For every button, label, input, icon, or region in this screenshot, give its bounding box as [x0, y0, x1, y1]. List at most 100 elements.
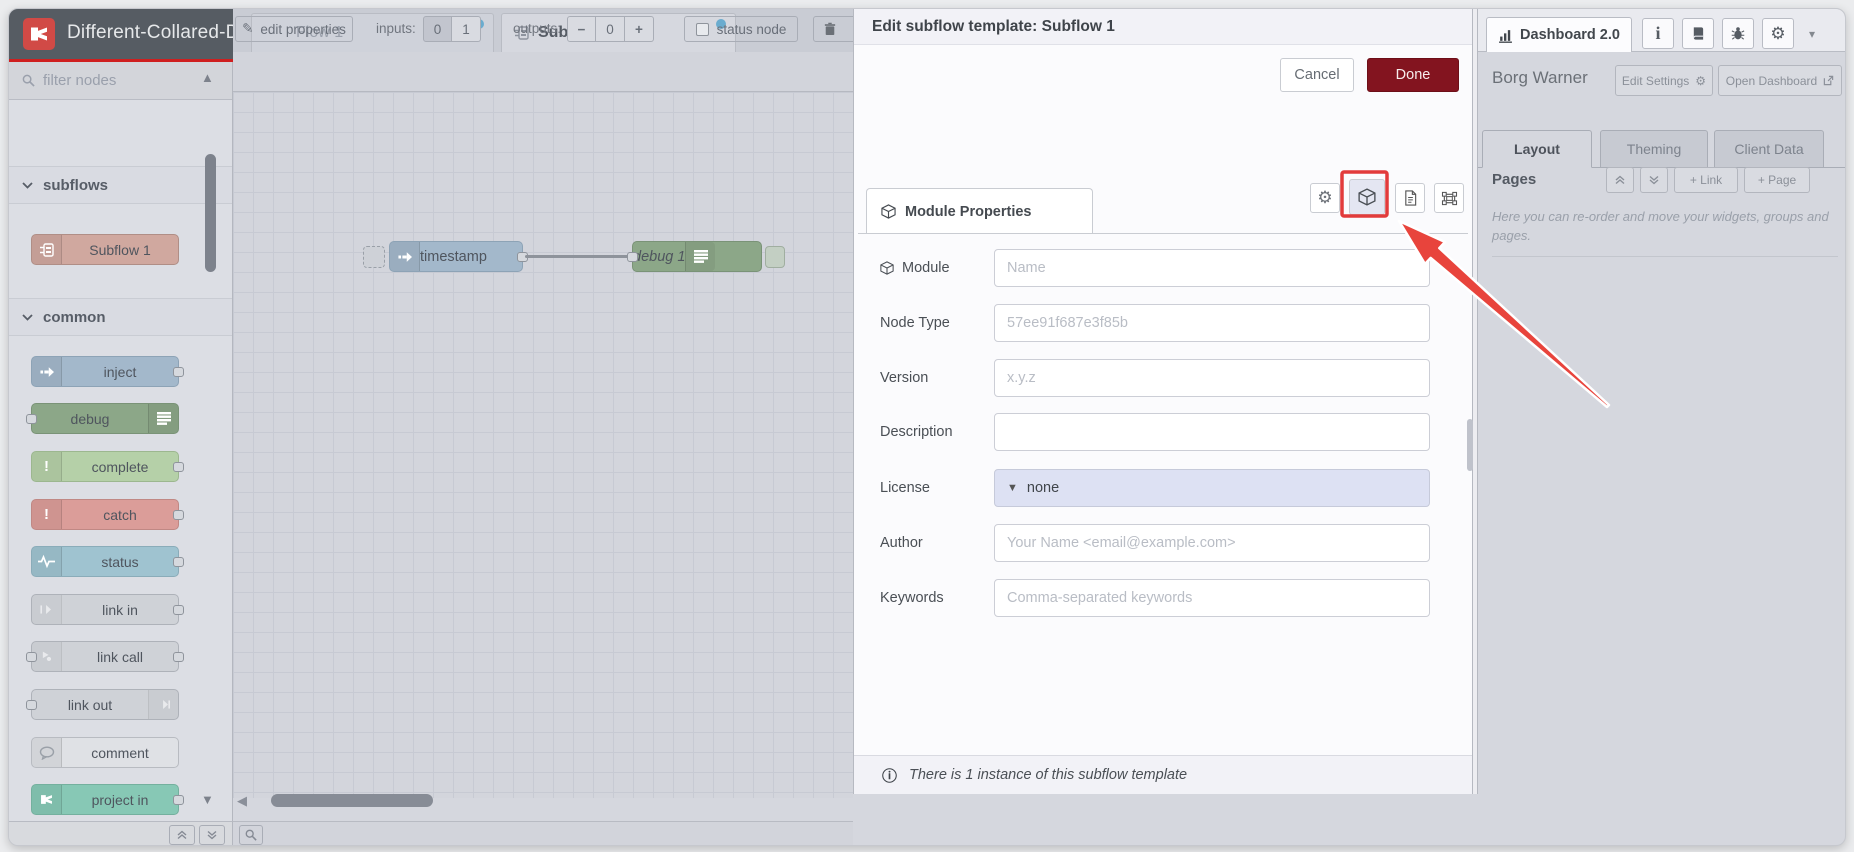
- sidebar-info-tab-button[interactable]: i: [1642, 18, 1674, 49]
- palette-collapse-down-button[interactable]: [199, 824, 225, 845]
- selection-frame-icon: [1441, 191, 1457, 205]
- palette-section-common[interactable]: common: [9, 298, 232, 336]
- description-field-label: Description: [880, 424, 953, 440]
- node-port[interactable]: [173, 604, 184, 615]
- palette-node-catch[interactable]: ! catch: [31, 499, 184, 530]
- node-port[interactable]: [26, 651, 37, 662]
- comment-bubble-icon: [32, 738, 62, 767]
- tab-dashboard-2[interactable]: Dashboard 2.0: [1486, 17, 1632, 52]
- double-chevron-up-icon: [1615, 175, 1625, 185]
- subflow-icon: [32, 235, 62, 264]
- description-tab-button[interactable]: [1395, 183, 1425, 213]
- node-port[interactable]: [173, 556, 184, 567]
- sidebar-more-tabs-caret[interactable]: ▾: [1809, 27, 1815, 41]
- module-properties-tab-button[interactable]: [1349, 179, 1385, 215]
- flow-canvas[interactable]: timestamp debug 1 ◀: [233, 92, 853, 808]
- cancel-button[interactable]: Cancel: [1280, 58, 1354, 92]
- palette-node-link-in[interactable]: link in: [31, 594, 184, 625]
- sidebar-help-tab-button[interactable]: [1682, 18, 1714, 49]
- right-sidebar: Dashboard 2.0 i ⚙ ▾ Borg Warner Edit Set…: [1477, 9, 1845, 794]
- wire[interactable]: [525, 255, 632, 258]
- palette-node-debug[interactable]: debug: [26, 403, 179, 434]
- palette-node-subflow-1[interactable]: Subflow 1: [31, 234, 179, 265]
- subflow-input-stub[interactable]: [363, 246, 385, 268]
- inputs-label: inputs:: [376, 21, 416, 36]
- pages-section-title: Pages: [1492, 171, 1537, 188]
- appearance-tab-button[interactable]: [1434, 183, 1464, 213]
- palette-node-link-call[interactable]: link call: [26, 641, 184, 672]
- hscroll-left-icon[interactable]: ◀: [237, 793, 247, 809]
- exclamation-icon: !: [32, 452, 62, 481]
- book-icon: [1693, 27, 1704, 40]
- edit-settings-button[interactable]: Edit Settings ⚙: [1615, 65, 1713, 96]
- version-field-label: Version: [880, 370, 929, 386]
- palette-filter-input[interactable]: filter nodes: [9, 62, 232, 100]
- outputs-plus-button[interactable]: +: [625, 16, 654, 42]
- palette-node-link-out[interactable]: link out: [26, 689, 179, 720]
- external-link-icon: [1823, 75, 1834, 86]
- done-button[interactable]: Done: [1367, 58, 1459, 92]
- palette-node-complete[interactable]: ! complete: [31, 451, 184, 482]
- status-node-checkbox[interactable]: status node: [684, 16, 798, 42]
- add-link-button[interactable]: + Link: [1674, 167, 1738, 193]
- node-port[interactable]: [627, 251, 638, 262]
- inputs-toggle: 0 1: [423, 16, 481, 42]
- tab-rule: [858, 233, 1468, 234]
- tab-theming[interactable]: Theming: [1600, 130, 1708, 168]
- keywords-field-label: Keywords: [880, 590, 944, 606]
- palette-node-comment[interactable]: comment: [31, 737, 179, 768]
- node-type-field-label: Node Type: [880, 315, 950, 331]
- gear-icon: ⚙: [1695, 73, 1707, 88]
- license-select[interactable]: ▼ none: [994, 469, 1430, 507]
- sidebar-config-tab-button[interactable]: ⚙: [1762, 18, 1794, 49]
- keywords-field[interactable]: [994, 579, 1430, 617]
- palette-section-subflows[interactable]: subflows: [9, 166, 232, 204]
- chevron-down-icon: ▼: [1007, 482, 1018, 494]
- gear-icon: ⚙: [1317, 188, 1333, 207]
- node-port[interactable]: [173, 651, 184, 662]
- node-red-logo-icon: [23, 18, 55, 50]
- node-port[interactable]: [26, 413, 37, 424]
- version-field[interactable]: [994, 359, 1430, 397]
- sidebar-debug-tab-button[interactable]: [1722, 18, 1754, 49]
- palette-scroll-up-icon[interactable]: ▲: [201, 70, 214, 85]
- canvas-node-timestamp[interactable]: timestamp: [389, 241, 528, 272]
- palette-scroll-down-icon[interactable]: ▼: [201, 792, 214, 807]
- node-port[interactable]: [173, 794, 184, 805]
- node-port[interactable]: [173, 461, 184, 472]
- tab-client-data[interactable]: Client Data: [1714, 130, 1824, 168]
- node-type-field[interactable]: [994, 304, 1430, 342]
- move-up-button[interactable]: [1606, 167, 1634, 193]
- description-field[interactable]: [994, 413, 1430, 451]
- author-field[interactable]: [994, 524, 1430, 562]
- palette-node-project-in[interactable]: project in: [31, 784, 184, 815]
- panel-scrollbar-thumb[interactable]: [1467, 419, 1473, 471]
- outputs-minus-button[interactable]: −: [567, 16, 596, 42]
- canvas-search-button[interactable]: [239, 824, 263, 845]
- gear-icon: ⚙: [1770, 23, 1786, 43]
- palette-collapse-up-button[interactable]: [169, 824, 195, 845]
- canvas-node-debug-1[interactable]: debug 1: [627, 241, 762, 272]
- subflow-settings-tab-button[interactable]: ⚙: [1310, 183, 1340, 213]
- inputs-option-1[interactable]: 1: [452, 16, 481, 42]
- open-dashboard-button[interactable]: Open Dashboard: [1718, 65, 1842, 96]
- hscroll-thumb[interactable]: [271, 794, 433, 807]
- subflow-output-stub[interactable]: [765, 246, 785, 268]
- move-down-button[interactable]: [1640, 167, 1668, 193]
- add-page-button[interactable]: + Page: [1744, 167, 1810, 193]
- inputs-option-0[interactable]: 0: [423, 16, 452, 42]
- palette-scrollbar-thumb[interactable]: [205, 154, 216, 272]
- tab-layout[interactable]: Layout: [1482, 130, 1592, 168]
- outputs-stepper: − 0 +: [567, 16, 654, 42]
- node-port[interactable]: [173, 366, 184, 377]
- module-properties-tab[interactable]: Module Properties: [866, 188, 1093, 234]
- node-red-logo-icon: [32, 785, 62, 814]
- panel-header: Edit subflow template: Subflow 1: [854, 9, 1472, 45]
- module-field[interactable]: [994, 249, 1430, 287]
- node-port[interactable]: [26, 699, 37, 710]
- palette-node-inject[interactable]: inject: [31, 356, 184, 387]
- checkbox-icon: [695, 22, 709, 36]
- edit-properties-button[interactable]: ✎ edit properties: [235, 16, 353, 42]
- node-port[interactable]: [173, 509, 184, 520]
- palette-node-status[interactable]: status: [31, 546, 184, 577]
